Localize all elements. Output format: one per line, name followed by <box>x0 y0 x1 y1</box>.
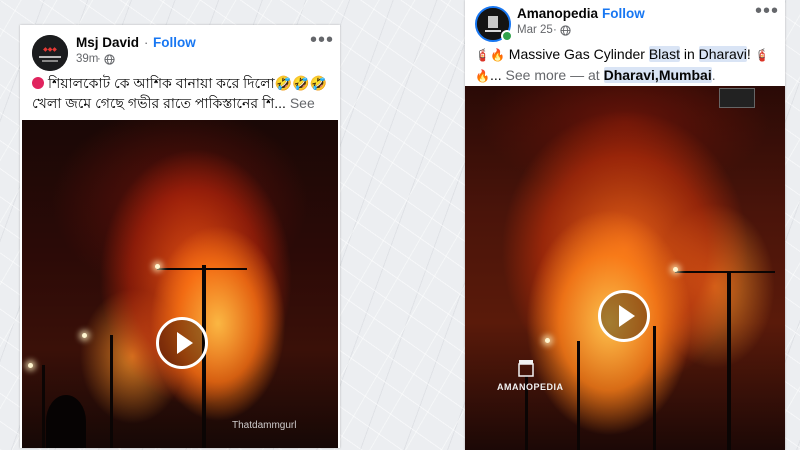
separator-dot: · <box>593 6 598 21</box>
watermark-logo-icon <box>518 360 534 377</box>
globe-icon <box>560 25 571 36</box>
video-player[interactable]: Thatdammgurl <box>22 120 338 448</box>
street-light-pole <box>577 341 580 450</box>
highlighted-keyword: Dharavi <box>698 46 747 62</box>
avatar-image-icon: ◆◆◆ <box>32 35 68 71</box>
post-card-msj-david: ◆◆◆ Msj David · Follow 39m · ••• শিয়ালক… <box>20 25 340 448</box>
post-text-fragment: Massive Gas Cylinder <box>508 46 645 62</box>
post-text: 🧯🔥 Massive Gas Cylinder Blast in Dharavi… <box>475 44 780 86</box>
post-text-line-1: শিয়ালকোট কে আশিক বানায়া করে দিলো🤣🤣🤣 <box>32 73 337 93</box>
video-watermark: Thatdammgurl <box>232 420 297 431</box>
person-silhouette <box>46 395 86 448</box>
video-watermark: AMANOPEDIA <box>497 382 564 392</box>
channel-badge-icon <box>719 88 755 108</box>
globe-icon <box>104 54 115 65</box>
post-text-line-2-content: খেলা জমে গেছে গভীর রাতে পাকিস্তানের শি..… <box>32 95 286 111</box>
author-name[interactable]: Msj David <box>76 35 139 50</box>
svg-text:◆◆◆: ◆◆◆ <box>43 47 57 53</box>
street-lamp <box>28 363 33 368</box>
street-light-arm <box>157 268 247 270</box>
street-lamp <box>673 267 678 272</box>
street-light-pole <box>42 365 45 448</box>
location-link[interactable]: Dharavi,Mumbai <box>603 67 712 83</box>
follow-button[interactable]: Follow <box>602 6 645 21</box>
follow-button[interactable]: Follow <box>153 35 196 50</box>
more-options-icon[interactable]: ••• <box>310 30 334 50</box>
street-lamp <box>82 333 87 338</box>
post-text-fragment: ! <box>746 46 751 62</box>
separator-dot: · <box>553 24 557 36</box>
separator-dot: · <box>97 53 101 65</box>
play-button[interactable] <box>156 317 208 369</box>
street-lamp <box>545 338 550 343</box>
street-light-pole <box>653 326 656 450</box>
online-status-icon <box>501 30 513 42</box>
post-text-line-1: 🧯🔥 Massive Gas Cylinder Blast in Dharavi… <box>475 44 780 65</box>
fire-emoji-icon: 🔥 <box>475 69 490 83</box>
post-time[interactable]: 39m <box>76 53 98 65</box>
street-light-pole <box>110 335 113 448</box>
post-text-fragment: in <box>683 46 695 62</box>
street-lamp <box>155 264 160 269</box>
video-player[interactable]: AMANOPEDIA <box>465 86 785 450</box>
street-light-pole <box>727 271 731 450</box>
post-text-fragment: . <box>711 67 716 83</box>
extinguisher-emoji-icon: 🧯 <box>754 48 770 62</box>
play-button[interactable] <box>598 290 650 342</box>
see-more-link[interactable]: See more <box>506 67 567 83</box>
post-text-line-2: 🔥... See more — at Dharavi,Mumbai. <box>475 65 780 86</box>
author-name[interactable]: Amanopedia <box>517 6 598 21</box>
ellipsis: ... <box>489 67 502 83</box>
video-thumbnail <box>465 86 785 450</box>
red-circle-icon <box>32 77 44 89</box>
more-options-icon[interactable]: ••• <box>755 1 779 21</box>
separator-dot: · <box>144 35 149 50</box>
avatar[interactable]: ◆◆◆ <box>32 35 68 71</box>
post-text-line-1-content: শিয়ালকোট কে আশিক বানায়া করে দিলো🤣🤣🤣 <box>48 75 327 91</box>
post-card-amanopedia: Amanopedia · Follow Mar 25 · ••• 🧯🔥 Mass… <box>465 0 785 450</box>
highlighted-keyword: Blast <box>648 46 680 62</box>
location-prefix: — at <box>570 67 600 83</box>
fire-emoji-icon: 🧯🔥 <box>475 48 505 62</box>
street-light-arm <box>675 271 775 273</box>
post-time[interactable]: Mar 25 <box>517 24 553 36</box>
